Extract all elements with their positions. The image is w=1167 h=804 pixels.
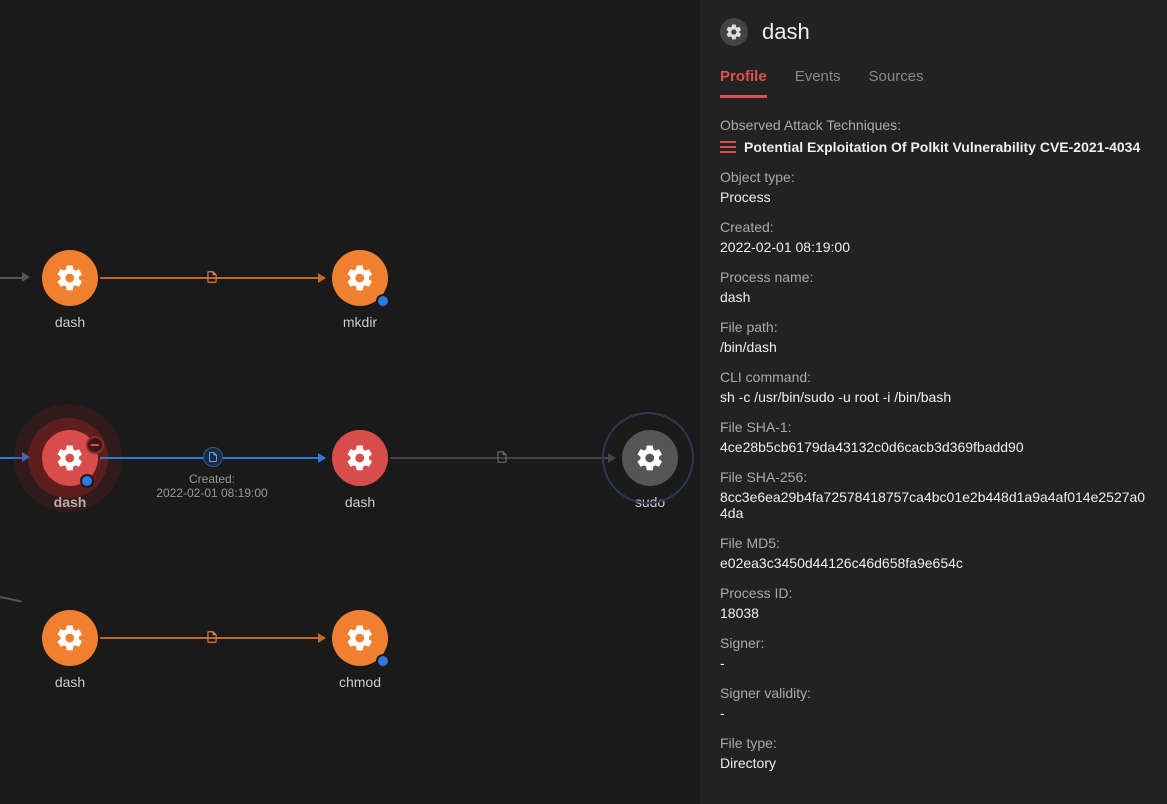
signval-value: - (720, 705, 1147, 721)
gear-icon (345, 263, 375, 293)
node-label: dash (330, 494, 390, 510)
node-label: dash (40, 314, 100, 330)
sha1-value: 4ce28b5cb6179da43132c0d6cacb3d369fbadd90 (720, 439, 1147, 455)
node-sudo[interactable]: sudo (620, 430, 680, 510)
file-icon (203, 628, 221, 646)
objtype-value: Process (720, 189, 1147, 205)
gear-icon (55, 623, 85, 653)
gear-icon (345, 443, 375, 473)
node-label: dash (40, 494, 100, 510)
filepath-label: File path: (720, 319, 1147, 335)
node-dash-bottom[interactable]: dash (40, 610, 100, 690)
status-dot-icon (376, 654, 390, 668)
filepath-value: /bin/dash (720, 339, 1147, 355)
observed-label: Observed Attack Techniques: (720, 117, 1147, 133)
threat-list-icon (720, 141, 736, 153)
tab-sources[interactable]: Sources (869, 68, 924, 98)
gear-icon (720, 18, 748, 46)
cli-value: sh -c /usr/bin/sudo -u root -i /bin/bash (720, 389, 1147, 405)
node-dash-mid[interactable]: dash (330, 430, 390, 510)
file-icon (203, 447, 223, 467)
cli-label: CLI command: (720, 369, 1147, 385)
objtype-label: Object type: (720, 169, 1147, 185)
created-value: 2022-02-01 08:19:00 (720, 239, 1147, 255)
pid-value: 18038 (720, 605, 1147, 621)
tab-profile[interactable]: Profile (720, 68, 767, 98)
sha256-label: File SHA-256: (720, 469, 1147, 485)
status-dot-icon (80, 474, 94, 488)
node-mkdir[interactable]: mkdir (330, 250, 390, 330)
signer-label: Signer: (720, 635, 1147, 651)
observed-value: Potential Exploitation Of Polkit Vulnera… (744, 139, 1140, 155)
panel-tabs: Profile Events Sources (720, 68, 1147, 99)
edge-stub (0, 596, 22, 603)
edge-stub (0, 277, 22, 279)
ftype-label: File type: (720, 735, 1147, 751)
md5-label: File MD5: (720, 535, 1147, 551)
procname-value: dash (720, 289, 1147, 305)
sha1-label: File SHA-1: (720, 419, 1147, 435)
status-dot-icon (376, 294, 390, 308)
edge-caption: Created: 2022-02-01 08:19:00 (132, 472, 292, 500)
node-label: mkdir (330, 314, 390, 330)
gear-icon (635, 443, 665, 473)
edge-caption-label: Created: (132, 472, 292, 486)
details-panel: dash Profile Events Sources Observed Att… (700, 0, 1167, 804)
gear-icon (345, 623, 375, 653)
signer-value: - (720, 655, 1147, 671)
panel-header: dash (720, 18, 1147, 46)
node-label: chmod (330, 674, 390, 690)
md5-value: e02ea3c3450d44126c46d658fa9e654c (720, 555, 1147, 571)
signval-label: Signer validity: (720, 685, 1147, 701)
node-dash-selected[interactable]: dash (40, 430, 100, 510)
created-label: Created: (720, 219, 1147, 235)
node-chmod[interactable]: chmod (330, 610, 390, 690)
file-icon (493, 448, 511, 466)
arrow-icon (22, 452, 30, 462)
observed-value-row[interactable]: Potential Exploitation Of Polkit Vulnera… (720, 139, 1147, 155)
threat-badge-icon (86, 436, 104, 454)
edge-caption-value: 2022-02-01 08:19:00 (132, 486, 292, 500)
panel-title: dash (762, 19, 810, 45)
edge-stub (0, 457, 22, 459)
node-label: dash (40, 674, 100, 690)
tab-events[interactable]: Events (795, 68, 841, 98)
procname-label: Process name: (720, 269, 1147, 285)
gear-icon (55, 263, 85, 293)
sha256-value: 8cc3e6ea29b4fa72578418757ca4bc01e2b448d1… (720, 489, 1147, 521)
graph-canvas[interactable]: dash mkdir dash Create (0, 0, 700, 804)
file-icon (203, 268, 221, 286)
pid-label: Process ID: (720, 585, 1147, 601)
node-dash-top[interactable]: dash (40, 250, 100, 330)
ftype-value: Directory (720, 755, 1147, 771)
gear-icon (55, 443, 85, 473)
arrow-icon (22, 272, 30, 282)
